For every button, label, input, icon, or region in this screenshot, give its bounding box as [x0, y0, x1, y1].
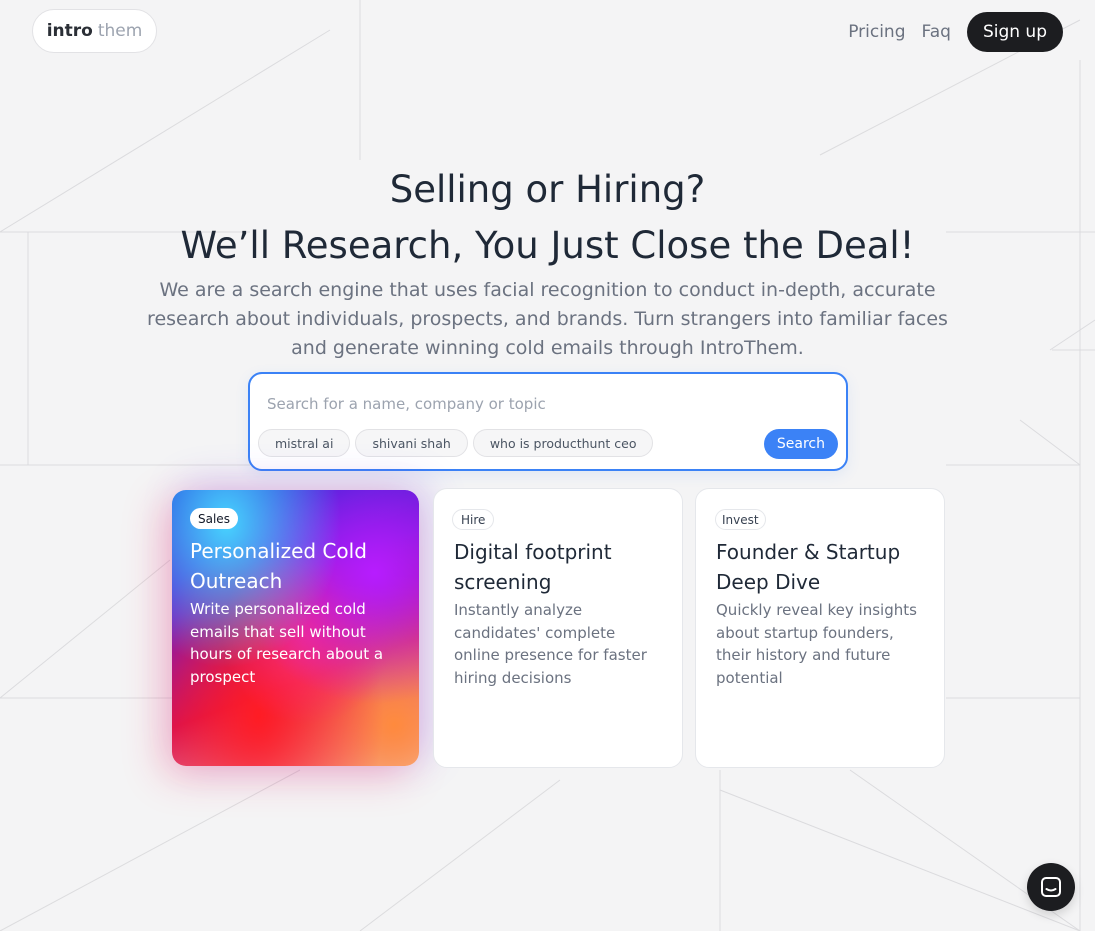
- hero-section: Selling or Hiring? We’ll Research, You J…: [0, 162, 1095, 363]
- card-description: Quickly reveal key insights about startu…: [716, 601, 917, 687]
- card-badge: Invest: [715, 509, 766, 530]
- card-badge: Sales: [190, 508, 238, 529]
- card-title: Founder & Startup Deep Dive: [716, 540, 901, 594]
- search-box: mistral ai shivani shah who is producthu…: [248, 372, 848, 471]
- feature-card-sales[interactable]: Sales Personalized Cold Outreach Write p…: [172, 490, 419, 766]
- nav-link-faq[interactable]: Faq: [922, 22, 951, 42]
- sign-up-button[interactable]: Sign up: [966, 12, 1063, 52]
- intro-them-logo[interactable]: intro them: [32, 9, 157, 53]
- logo-word-them: them: [97, 21, 143, 41]
- chat-bubble-icon: [1041, 877, 1061, 897]
- suggestion-chip[interactable]: who is producthunt ceo: [472, 429, 654, 457]
- suggestion-chip[interactable]: shivani shah: [355, 429, 468, 457]
- card-description: Instantly analyze candidates' complete o…: [454, 601, 647, 687]
- card-title: Digital footprint screening: [454, 540, 612, 594]
- card-badge: Hire: [452, 509, 495, 530]
- logo-word-intro: intro: [46, 21, 93, 41]
- top-nav: Pricing Faq Sign up: [848, 12, 1063, 52]
- search-button[interactable]: Search: [763, 429, 838, 459]
- search-input[interactable]: [265, 390, 829, 418]
- chat-widget-button[interactable]: [1027, 863, 1075, 911]
- nav-link-pricing[interactable]: Pricing: [848, 22, 905, 42]
- hero-title-line-1: Selling or Hiring?: [389, 168, 706, 211]
- search-suggestions: mistral ai shivani shah who is producthu…: [258, 429, 658, 457]
- card-title: Personalized Cold Outreach: [190, 539, 367, 593]
- suggestion-chip[interactable]: mistral ai: [258, 429, 351, 457]
- feature-card-invest[interactable]: Invest Founder & Startup Deep Dive Quick…: [695, 488, 945, 768]
- hero-subtitle: We are a search engine that uses facial …: [147, 279, 948, 359]
- hero-title-line-2: We’ll Research, You Just Close the Deal!: [180, 224, 915, 267]
- feature-card-hire[interactable]: Hire Digital footprint screening Instant…: [433, 488, 683, 768]
- card-description: Write personalized cold emails that sell…: [190, 600, 384, 686]
